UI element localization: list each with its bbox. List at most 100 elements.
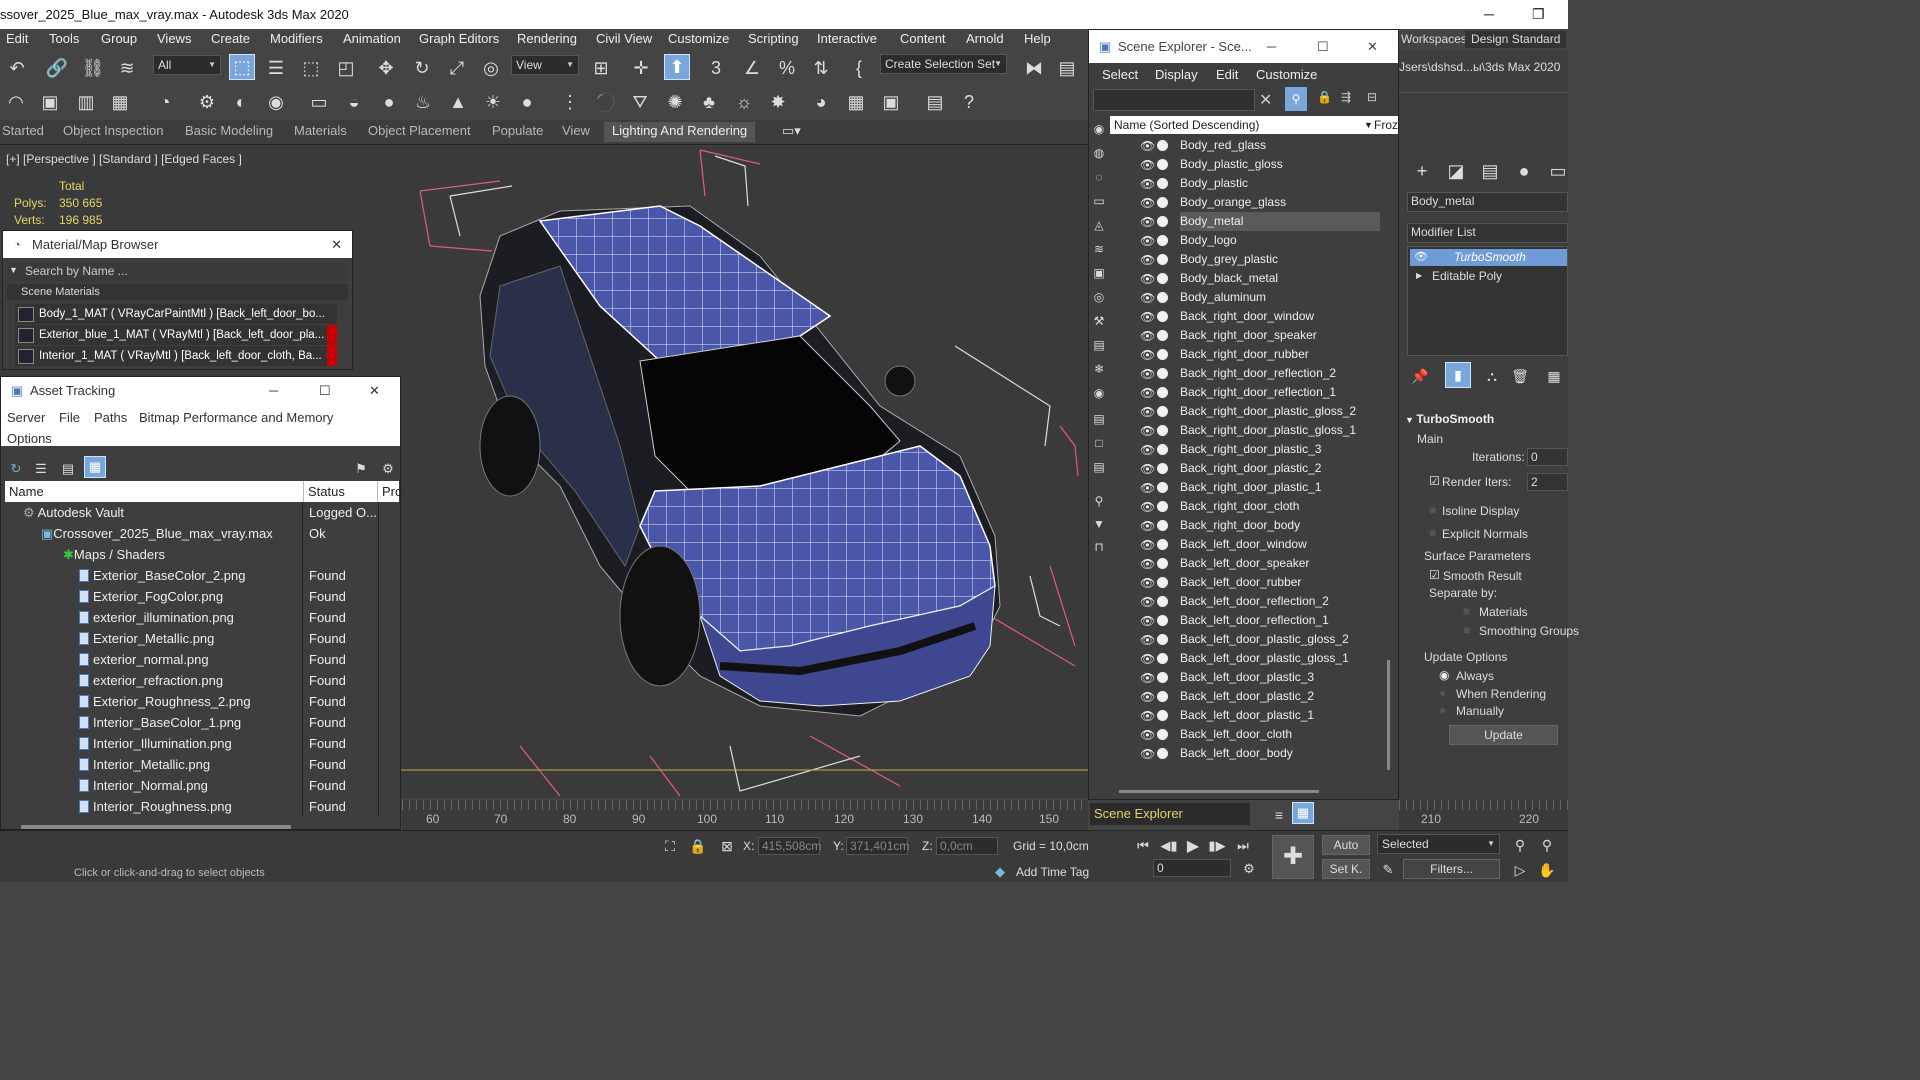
material-item-exterior[interactable]: Exterior_blue_1_MAT ( VRayMtl ) [Back_le… bbox=[15, 325, 337, 345]
frame-buffer-icon[interactable]: ▣ bbox=[878, 89, 904, 115]
scene-object-item[interactable]: 👁 Body_black_metal bbox=[1140, 269, 1410, 288]
timeline-ruler[interactable]: 60 70 80 90 100 110 120 130 140 150 bbox=[402, 800, 1088, 830]
sphere-icon[interactable]: ● bbox=[376, 89, 402, 115]
list-view-icon[interactable]: ☰ bbox=[28, 456, 54, 482]
menu-group[interactable]: Group bbox=[101, 29, 137, 48]
table-row[interactable]: Interior_Metallic.png Found bbox=[5, 754, 399, 775]
filters-button[interactable]: Filters... bbox=[1403, 859, 1500, 879]
table-row[interactable]: ✱Maps / Shaders bbox=[5, 544, 399, 565]
scene-object-item[interactable]: 👁 Body_logo bbox=[1140, 231, 1410, 250]
hierarchy-icon[interactable]: ⇶ bbox=[1341, 90, 1351, 104]
tab-view[interactable]: View bbox=[562, 123, 590, 138]
layer-icon[interactable]: ▥ bbox=[73, 89, 99, 115]
frozen-filter-icon[interactable]: ❄ bbox=[1086, 356, 1112, 382]
visibility-eye-icon[interactable]: 👁 bbox=[1140, 555, 1155, 574]
menu-customize[interactable]: Customize bbox=[1256, 67, 1317, 82]
lock-icon[interactable]: 🔒 bbox=[1317, 90, 1332, 104]
add-time-tag-button[interactable]: Add Time Tag bbox=[1016, 865, 1089, 879]
sphere-light-icon[interactable]: ● bbox=[514, 89, 540, 115]
material-sphere-icon[interactable]: ◕ bbox=[808, 89, 834, 115]
highlight-icon[interactable]: ⚑ bbox=[348, 456, 374, 482]
named-selection-icon[interactable]: { bbox=[846, 55, 872, 81]
align-icon[interactable]: ▤ bbox=[1054, 55, 1080, 81]
scene-object-item[interactable]: 👁 Back_left_door_speaker bbox=[1140, 554, 1410, 573]
menu-paths[interactable]: Paths bbox=[94, 410, 127, 425]
tab-object-inspection[interactable]: Object Inspection bbox=[63, 123, 163, 138]
plane-icon[interactable]: ▭ bbox=[306, 89, 332, 115]
column-name[interactable]: Name bbox=[9, 481, 44, 502]
scene-object-item[interactable]: 👁 Back_right_door_window bbox=[1140, 307, 1410, 326]
iterations-spinner[interactable]: 0 bbox=[1527, 448, 1568, 466]
selection-lock-icon[interactable]: 🔒 bbox=[685, 833, 711, 859]
x-coordinate-field[interactable]: 415,508cm bbox=[758, 837, 821, 855]
zoom-icon[interactable]: ⚲ bbox=[1507, 832, 1533, 858]
turbosmooth-rollout-title[interactable]: ▼ TurboSmooth bbox=[1405, 412, 1494, 426]
reference-coordinate-dropdown[interactable]: View bbox=[511, 55, 579, 75]
menu-create[interactable]: Create bbox=[211, 29, 250, 48]
menu-select[interactable]: Select bbox=[1102, 67, 1138, 82]
spinner-snap-icon[interactable]: ⇅ bbox=[808, 55, 834, 81]
invert-filter-icon[interactable]: ▤ bbox=[1086, 454, 1112, 480]
show-end-result-icon[interactable]: ▮ bbox=[1445, 362, 1471, 388]
clear-search-icon[interactable]: ✕ bbox=[1259, 90, 1272, 110]
scene-object-item[interactable]: 👁 Back_left_door_rubber bbox=[1140, 573, 1410, 592]
pan-icon[interactable]: ✋ bbox=[1534, 857, 1560, 883]
ribbon-icon[interactable]: ▦ bbox=[107, 89, 133, 115]
render-iters-spinner[interactable]: 2 bbox=[1527, 473, 1568, 491]
select-object-icon[interactable]: ⬚ bbox=[229, 54, 255, 80]
manually-radio[interactable]: ● bbox=[1439, 703, 1446, 717]
select-by-name-icon[interactable]: ☰ bbox=[263, 55, 289, 81]
column-proxy[interactable]: Pro bbox=[377, 481, 402, 502]
geometry-filter-icon[interactable]: ◍ bbox=[1086, 140, 1112, 166]
visibility-eye-icon[interactable]: 👁 bbox=[1140, 289, 1155, 308]
scene-object-item[interactable]: 👁 Back_left_door_plastic_3 bbox=[1140, 668, 1410, 687]
table-row[interactable]: Interior_Roughness.png Found bbox=[5, 796, 399, 817]
dropdown-arrow-icon[interactable]: ▼ bbox=[9, 265, 18, 275]
set-key-button[interactable]: Set K. bbox=[1322, 859, 1370, 879]
explicit-normals-checkbox[interactable]: ■ bbox=[1429, 526, 1436, 540]
scene-object-item[interactable]: 👁 Back_left_door_plastic_gloss_1 bbox=[1140, 649, 1410, 668]
visibility-eye-icon[interactable]: 👁 bbox=[1140, 536, 1155, 555]
menu-modifiers[interactable]: Modifiers bbox=[270, 29, 323, 48]
material-item-interior[interactable]: Interior_1_MAT ( VRayMtl ) [Back_left_do… bbox=[15, 346, 337, 366]
visibility-eye-icon[interactable]: 👁 bbox=[1140, 612, 1155, 631]
undo-icon[interactable]: ↶ bbox=[4, 55, 30, 81]
scene-object-item[interactable]: 👁 Back_right_door_rubber bbox=[1140, 345, 1410, 364]
help-icon[interactable]: ? bbox=[956, 89, 982, 115]
scene-object-item[interactable]: 👁 Back_right_door_plastic_gloss_1 bbox=[1140, 421, 1410, 440]
table-row[interactable]: Exterior_Metallic.png Found bbox=[5, 628, 399, 649]
menu-file[interactable]: File bbox=[59, 410, 80, 425]
menu-tools[interactable]: Tools bbox=[49, 29, 79, 48]
scene-object-item[interactable]: 👁 Back_left_door_plastic_1 bbox=[1140, 706, 1410, 725]
table-row[interactable]: Interior_BaseColor_1.png Found bbox=[5, 712, 399, 733]
field-of-view-icon[interactable]: ▷ bbox=[1507, 857, 1533, 883]
visibility-eye-icon[interactable]: 👁 bbox=[1140, 707, 1155, 726]
material-search-bar[interactable]: ▼ Search by Name ... bbox=[7, 263, 348, 281]
scene-object-item[interactable]: 👁 Back_left_door_plastic_2 bbox=[1140, 687, 1410, 706]
visibility-eye-icon[interactable]: 👁 bbox=[1140, 574, 1155, 593]
selection-icon[interactable]: ⊓ bbox=[1086, 534, 1112, 560]
scene-object-item[interactable]: 👁 Back_left_door_reflection_2 bbox=[1140, 592, 1410, 611]
expand-arrow-icon[interactable]: ▶ bbox=[1416, 271, 1422, 280]
set-key-icon[interactable]: ✚ bbox=[1272, 835, 1314, 879]
auto-key-button[interactable]: Auto bbox=[1322, 835, 1370, 855]
scene-object-item[interactable]: 👁 Back_right_door_plastic_1 bbox=[1140, 478, 1410, 497]
scene-object-item[interactable]: 👁 Back_right_door_reflection_1 bbox=[1140, 383, 1410, 402]
scene-object-item[interactable]: 👁 Back_right_door_plastic_gloss_2 bbox=[1140, 402, 1410, 421]
hierarchy-tab-icon[interactable]: ▤ bbox=[1477, 158, 1503, 184]
scene-explorer-selector[interactable]: Scene Explorer bbox=[1090, 803, 1250, 825]
visibility-eye-icon[interactable]: 👁 bbox=[1140, 631, 1155, 650]
layer-view-icon[interactable]: ⊟ bbox=[1367, 90, 1377, 104]
visibility-eye-icon[interactable]: 👁 bbox=[1140, 384, 1155, 403]
material-item-body[interactable]: Body_1_MAT ( VRayCarPaintMtl ) [Back_lef… bbox=[15, 304, 337, 324]
scene-object-item[interactable]: 👁 Body_orange_glass bbox=[1140, 193, 1410, 212]
always-radio[interactable]: ◉ bbox=[1439, 668, 1449, 682]
table-row[interactable]: ▣Crossover_2025_Blue_max_vray.max Ok bbox=[5, 523, 399, 544]
minimize-button[interactable]: ─ bbox=[1484, 0, 1494, 29]
smoothing-groups-checkbox[interactable]: ■ bbox=[1463, 623, 1470, 637]
menu-edit[interactable]: Edit bbox=[6, 29, 28, 48]
visibility-eye-icon[interactable]: 👁 bbox=[1140, 593, 1155, 612]
unlink-icon[interactable]: ⛓ bbox=[80, 55, 106, 81]
table-row[interactable]: Exterior_BaseColor_2.png Found bbox=[5, 565, 399, 586]
visibility-eye-icon[interactable]: 👁 bbox=[1140, 479, 1155, 498]
